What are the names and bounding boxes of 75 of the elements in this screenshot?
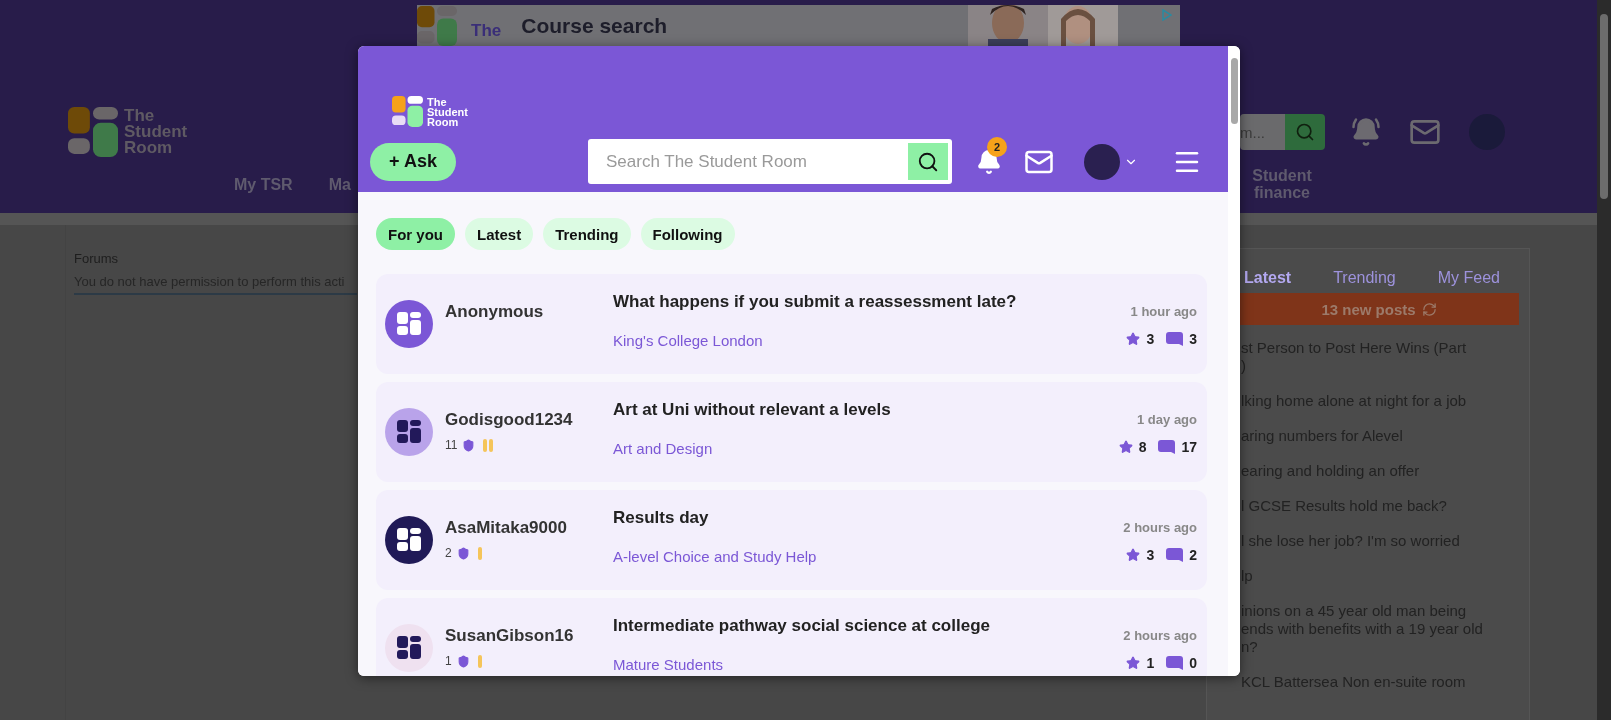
post-time: 1 day ago — [1137, 412, 1197, 427]
nav-link[interactable]: Ma — [328, 175, 351, 193]
ask-button[interactable]: + Ask — [370, 142, 456, 181]
like-count: 8 — [1138, 439, 1147, 455]
author-name[interactable]: SusanGibson16 — [445, 626, 598, 646]
post-time: 1 hour ago — [1130, 304, 1197, 319]
sidebar-tab[interactable]: Latest — [1244, 269, 1292, 287]
nav-link[interactable]: My TSR — [234, 175, 293, 193]
post-card[interactable]: SusanGibson16 1 Intermediate pathway social science at college Mature Students 2 hours ago 1 0 — [376, 598, 1207, 676]
avatar[interactable] — [385, 624, 433, 672]
star-icon — [1126, 548, 1141, 562]
author-name[interactable]: Anonymous — [445, 302, 598, 322]
ad-banner[interactable]: The Course search — [417, 5, 1180, 46]
shield-icon — [462, 438, 476, 452]
logo-icon — [417, 5, 457, 46]
feed-tab[interactable]: Latest — [465, 218, 534, 250]
logo-icon — [392, 96, 423, 127]
comment-icon — [1158, 440, 1176, 454]
forum-link[interactable]: King's College London — [613, 332, 1115, 349]
search-button[interactable] — [908, 143, 948, 180]
post-card[interactable]: Godisgood1234 11 Art at Uni without relevant a levels Art and Design 1 day ago 8 17 — [376, 382, 1207, 482]
site-logo-text[interactable]: The Student Room — [124, 108, 214, 156]
rank-icon — [477, 546, 482, 560]
reply-count: 3 — [1189, 331, 1197, 347]
sidebar-tab[interactable]: Trending — [1333, 269, 1396, 287]
rank-icon — [477, 654, 482, 668]
search-field[interactable]: Search The Student Room — [604, 150, 908, 173]
post-time: 2 hours ago — [1123, 520, 1197, 535]
avatar[interactable] — [385, 408, 433, 456]
rep-count: 2 — [445, 546, 452, 560]
post-title[interactable]: Results day — [613, 508, 1112, 528]
rep-count: 11 — [445, 438, 458, 452]
reply-count: 0 — [1189, 655, 1197, 671]
search-bar[interactable]: Search The Student Room — [588, 139, 952, 184]
star-icon — [1118, 440, 1133, 454]
forum-link[interactable]: Mature Students — [613, 656, 1112, 673]
scrollbar[interactable] — [1228, 46, 1240, 676]
comment-icon — [1166, 548, 1184, 562]
avatar[interactable] — [385, 516, 433, 564]
author-name[interactable]: Godisgood1234 — [445, 410, 598, 430]
star-icon — [1126, 656, 1141, 670]
like-count: 1 — [1146, 655, 1155, 671]
like-count: 3 — [1146, 547, 1155, 563]
comment-icon — [1166, 332, 1184, 346]
like-count: 3 — [1146, 331, 1155, 347]
comment-icon — [1166, 656, 1184, 670]
scrollbar[interactable] — [1597, 0, 1611, 720]
feed-tab[interactable]: Following — [640, 218, 735, 250]
rank-icon — [483, 438, 494, 452]
bell-icon[interactable] — [1351, 117, 1381, 147]
forum-link[interactable]: Art and Design — [613, 440, 1107, 457]
rep-count: 1 — [445, 654, 452, 668]
post-time: 2 hours ago — [1123, 628, 1197, 643]
sidebar-tab[interactable]: My Feed — [1437, 269, 1500, 287]
reply-count: 2 — [1189, 547, 1197, 563]
reply-count: 17 — [1181, 439, 1197, 455]
post-title[interactable]: Intermediate pathway social science at college — [613, 616, 1112, 636]
forum-link[interactable]: A-level Choice and Study Help — [613, 548, 1112, 565]
ad-logo-text: The — [471, 21, 502, 41]
shield-icon — [456, 546, 470, 560]
post-card[interactable]: Anonymous What happens if you submit a reassessment late? King's College London 1 hour ago 3 3 — [376, 274, 1207, 374]
ad-headline: Course search — [521, 13, 668, 38]
post-title[interactable]: What happens if you submit a reassessment late? — [613, 292, 1115, 312]
feed-tab[interactable]: For you — [376, 218, 455, 250]
author-name[interactable]: AsaMitaka9000 — [445, 518, 598, 538]
shield-icon — [456, 654, 470, 668]
logo-icon — [68, 107, 118, 157]
star-icon — [1126, 332, 1141, 346]
logo-text[interactable]: The Student Room — [427, 96, 483, 127]
nav-link[interactable]: Student finance — [1247, 167, 1317, 201]
notification-badge: 2 — [987, 136, 1007, 157]
post-title[interactable]: Art at Uni without relevant a levels — [613, 400, 1107, 420]
post-card[interactable]: AsaMitaka9000 2 Results day A-level Choice and Study Help 2 hours ago 3 2 — [376, 490, 1207, 590]
search-icon[interactable] — [917, 150, 939, 173]
feed-tab[interactable]: Trending — [543, 218, 631, 250]
